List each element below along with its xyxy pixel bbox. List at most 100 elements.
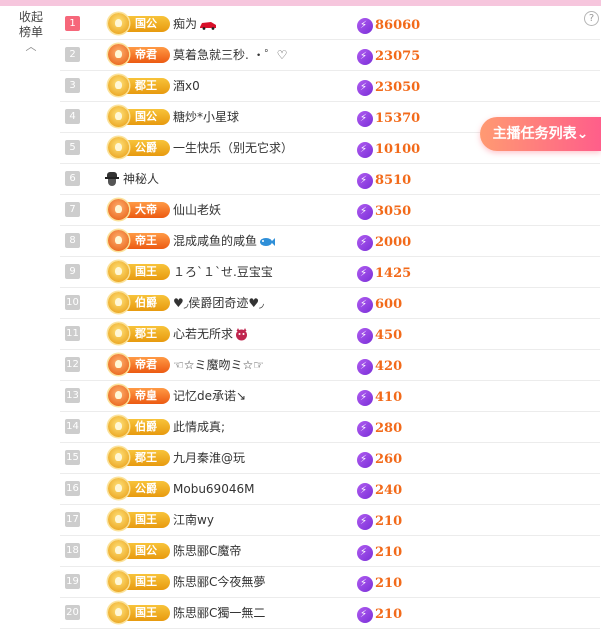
table-row[interactable]: 6 神秘人 8510 bbox=[60, 164, 600, 195]
user-name[interactable]: 神秘人 bbox=[123, 164, 159, 194]
user-name[interactable]: 莫着急就三秒. ・゜♡ bbox=[173, 40, 287, 70]
table-row[interactable]: 12 帝君 ☜☆ミ魔吻ミ☆☞ 420 bbox=[60, 350, 600, 381]
user-name-text: 一生快乐（别无它求） bbox=[173, 141, 294, 155]
lightning-icon bbox=[357, 451, 373, 468]
score-value: 1425 bbox=[375, 266, 412, 281]
chevron-up-icon: ︿ bbox=[25, 40, 37, 53]
rank-number: 3 bbox=[65, 78, 80, 93]
score: 86060 bbox=[357, 15, 421, 34]
table-row[interactable]: 20 国王 陈思郦C獨一無二 210 bbox=[60, 598, 600, 629]
anchor-task-list-button[interactable]: 主播任务列表⌄ bbox=[480, 117, 601, 151]
title-badge: 郡王 bbox=[108, 323, 170, 344]
chevron-down-icon: ⌄ bbox=[576, 126, 589, 142]
mystery-person-icon bbox=[105, 172, 119, 186]
lightning-icon bbox=[357, 110, 373, 127]
user-name[interactable]: 九月秦淮@玩 bbox=[173, 443, 245, 473]
user-name[interactable]: 痴为 bbox=[173, 9, 217, 39]
title-badge-label: 国公 bbox=[135, 544, 157, 557]
table-row[interactable]: 14 伯爵 此情成真; 280 bbox=[60, 412, 600, 443]
table-row[interactable]: 8 帝王 混成咸鱼的咸鱼 2000 bbox=[60, 226, 600, 257]
table-row[interactable]: 19 国王 陈思郦C今夜無夢 210 bbox=[60, 567, 600, 598]
table-row[interactable]: 10 伯爵 ♥◞侯爵团奇迹♥◞ 600 bbox=[60, 288, 600, 319]
score-value: 240 bbox=[375, 483, 403, 498]
user-name[interactable]: ♥◞侯爵团奇迹♥◞ bbox=[173, 288, 264, 318]
title-badge: 郡王 bbox=[108, 75, 170, 96]
lightning-icon bbox=[357, 389, 373, 406]
rank-number: 20 bbox=[65, 605, 80, 620]
user-name-text: Mobu69046M bbox=[173, 482, 255, 496]
user-name[interactable]: 陈思郦C獨一無二 bbox=[173, 598, 265, 628]
task-button-label: 主播任务列表 bbox=[492, 126, 577, 142]
user-name-text: 酒x0 bbox=[173, 79, 200, 93]
title-badge-label: 伯爵 bbox=[135, 296, 157, 309]
score-value: 3050 bbox=[375, 204, 412, 219]
user-name-text: 混成咸鱼的咸鱼 bbox=[173, 234, 258, 248]
user-name[interactable]: 仙山老妖 bbox=[173, 195, 221, 225]
rank-number: 13 bbox=[65, 388, 80, 403]
user-name[interactable]: 江南wy bbox=[173, 505, 214, 535]
score: 600 bbox=[357, 294, 403, 313]
lightning-icon bbox=[357, 17, 373, 34]
title-badge: 公爵 bbox=[108, 137, 170, 158]
title-badge: 帝皇 bbox=[108, 385, 170, 406]
score: 420 bbox=[357, 356, 403, 375]
score: 15370 bbox=[357, 108, 421, 127]
user-name[interactable]: １ろ`１`せ.豆宝宝 bbox=[173, 257, 273, 287]
title-badge-label: 郡王 bbox=[135, 451, 157, 464]
title-badge-label: 郡王 bbox=[135, 79, 157, 92]
title-badge-label: 国王 bbox=[135, 606, 157, 619]
lightning-icon bbox=[357, 296, 373, 313]
score-value: 210 bbox=[375, 576, 403, 591]
rank-number: 2 bbox=[65, 47, 80, 62]
user-name[interactable]: 记忆de承诺↘ bbox=[173, 381, 246, 411]
rank-number: 15 bbox=[65, 450, 80, 465]
user-name[interactable]: 心若无所求 bbox=[173, 319, 248, 349]
table-row[interactable]: 18 国公 陈思郦C魔帝 210 bbox=[60, 536, 600, 567]
score: 410 bbox=[357, 387, 402, 406]
collapse-ranking-button[interactable]: 收起 榜单 ︿ bbox=[0, 10, 62, 52]
user-name-text: 神秘人 bbox=[123, 172, 160, 186]
score-value: 600 bbox=[375, 297, 403, 312]
score-value: 86060 bbox=[375, 18, 421, 33]
user-name[interactable]: 混成咸鱼的咸鱼 bbox=[173, 226, 276, 256]
user-name[interactable]: 一生快乐（别无它求） bbox=[173, 133, 293, 163]
table-row[interactable]: 7 大帝 仙山老妖 3050 bbox=[60, 195, 600, 226]
title-badge: 国王 bbox=[108, 571, 170, 592]
table-row[interactable]: 9 国王 １ろ`１`せ.豆宝宝 1425 bbox=[60, 257, 600, 288]
user-name[interactable]: 陈思郦C今夜無夢 bbox=[173, 567, 265, 597]
score-value: 420 bbox=[375, 359, 403, 374]
score: 23075 bbox=[357, 46, 420, 65]
score-value: 15370 bbox=[375, 111, 421, 126]
rank-number: 8 bbox=[65, 233, 80, 248]
score: 10100 bbox=[357, 139, 420, 158]
user-name[interactable]: 此情成真; bbox=[173, 412, 225, 442]
user-name[interactable]: 糖炒*小星球 bbox=[173, 102, 239, 132]
table-row[interactable]: 16 公爵 Mobu69046M 240 bbox=[60, 474, 600, 505]
user-name[interactable]: 酒x0 bbox=[173, 71, 200, 101]
rank-number: 5 bbox=[65, 140, 80, 155]
user-name-text: 江南wy bbox=[173, 513, 214, 527]
rank-number: 18 bbox=[65, 543, 80, 558]
title-badge-label: 国公 bbox=[135, 110, 157, 123]
table-row[interactable]: 1 国公 痴为 86060 bbox=[60, 9, 600, 40]
user-name-text: 糖炒*小星球 bbox=[173, 110, 240, 124]
table-row[interactable]: 17 国王 江南wy 210 bbox=[60, 505, 600, 536]
user-name-text: 心若无所求 bbox=[173, 327, 234, 341]
table-row[interactable]: 11 郡王 心若无所求 450 bbox=[60, 319, 600, 350]
top-accent-bar bbox=[0, 0, 601, 6]
rank-number: 12 bbox=[65, 357, 80, 372]
score-value: 210 bbox=[375, 607, 403, 622]
user-name[interactable]: 陈思郦C魔帝 bbox=[173, 536, 241, 566]
table-row[interactable]: 2 帝君 莫着急就三秒. ・゜♡ 23075 bbox=[60, 40, 600, 71]
rank-number: 19 bbox=[65, 574, 80, 589]
user-name[interactable]: ☜☆ミ魔吻ミ☆☞ bbox=[173, 350, 264, 380]
score: 280 bbox=[357, 418, 402, 437]
user-name[interactable]: Mobu69046M bbox=[173, 474, 254, 504]
score: 210 bbox=[357, 573, 403, 592]
table-row[interactable]: 15 郡王 九月秦淮@玩 260 bbox=[60, 443, 600, 474]
lightning-icon bbox=[357, 327, 373, 344]
collapse-label-2: 榜单 bbox=[18, 25, 43, 39]
table-row[interactable]: 13 帝皇 记忆de承诺↘ 410 bbox=[60, 381, 600, 412]
table-row[interactable]: 3 郡王 酒x0 23050 bbox=[60, 71, 600, 102]
score: 450 bbox=[357, 325, 402, 344]
